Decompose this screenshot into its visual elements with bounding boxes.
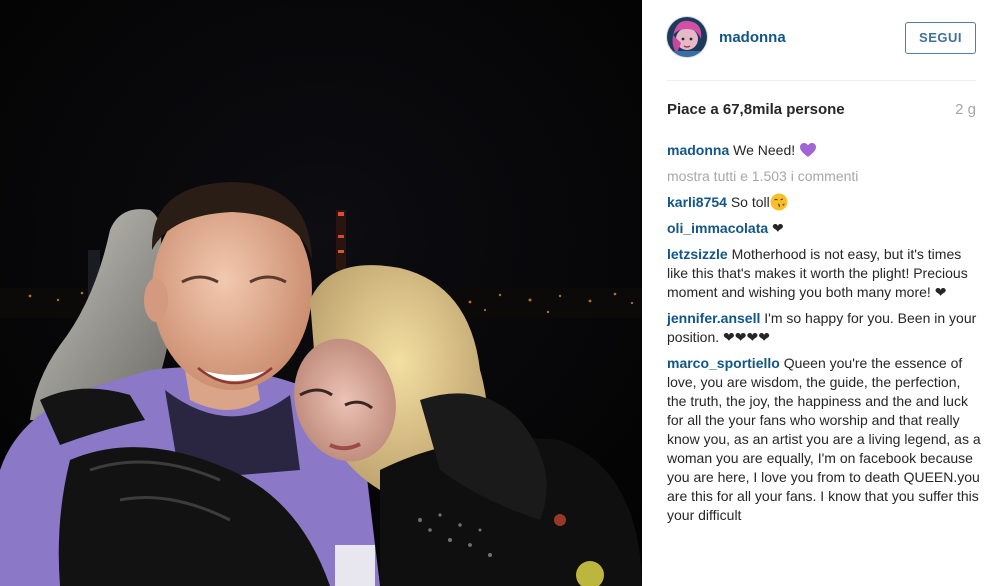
- comment-item: letzsizzle Motherhood is not easy, but i…: [667, 245, 981, 302]
- comment-username-link[interactable]: karli8754: [667, 194, 727, 210]
- comment-username-link[interactable]: jennifer.ansell: [667, 310, 760, 326]
- profile-username-link[interactable]: madonna: [719, 29, 786, 46]
- comment-text: So toll: [730, 194, 770, 210]
- comment-username-link[interactable]: oli_immacolata: [667, 220, 768, 236]
- comment-item: jennifer.ansell I'm so happy for you. Be…: [667, 309, 981, 347]
- post-header: madonna SEGUI: [666, 16, 976, 62]
- comment-item: marco_sportiello Queen you're the essenc…: [667, 354, 981, 525]
- follow-button[interactable]: SEGUI: [905, 22, 976, 54]
- likes-row: Piace a 67,8mila persone 2 g: [667, 101, 976, 121]
- comment-text: Queen you're the essence of love, you ar…: [667, 355, 981, 523]
- header-divider: [666, 80, 976, 81]
- avatar[interactable]: [666, 16, 708, 58]
- kiss-face-icon: [770, 193, 788, 211]
- purple-heart-icon: [800, 143, 817, 157]
- comment-username-link[interactable]: marco_sportiello: [667, 355, 780, 371]
- avatar-image: [667, 17, 707, 57]
- post-side-panel: madonna SEGUI Piace a 67,8mila persone 2…: [642, 0, 1000, 586]
- comment-item: oli_immacolata ❤: [667, 219, 981, 238]
- caption-text: We Need!: [733, 142, 800, 158]
- post-photo[interactable]: [0, 0, 642, 586]
- comment-item: karli8754 So toll: [667, 193, 981, 212]
- caption: madonna We Need!: [667, 141, 981, 160]
- post-timestamp[interactable]: 2 g: [955, 101, 976, 118]
- photo-artwork: [0, 0, 642, 586]
- view-all-comments-link[interactable]: mostra tutti e 1.503 i commenti: [667, 167, 981, 186]
- comment-text: ❤: [772, 220, 784, 236]
- comments-section: madonna We Need! mostra tutti e 1.503 i …: [667, 141, 981, 532]
- caption-username-link[interactable]: madonna: [667, 142, 729, 158]
- comment-username-link[interactable]: letzsizzle: [667, 246, 728, 262]
- likes-count-link[interactable]: Piace a 67,8mila persone: [667, 101, 845, 118]
